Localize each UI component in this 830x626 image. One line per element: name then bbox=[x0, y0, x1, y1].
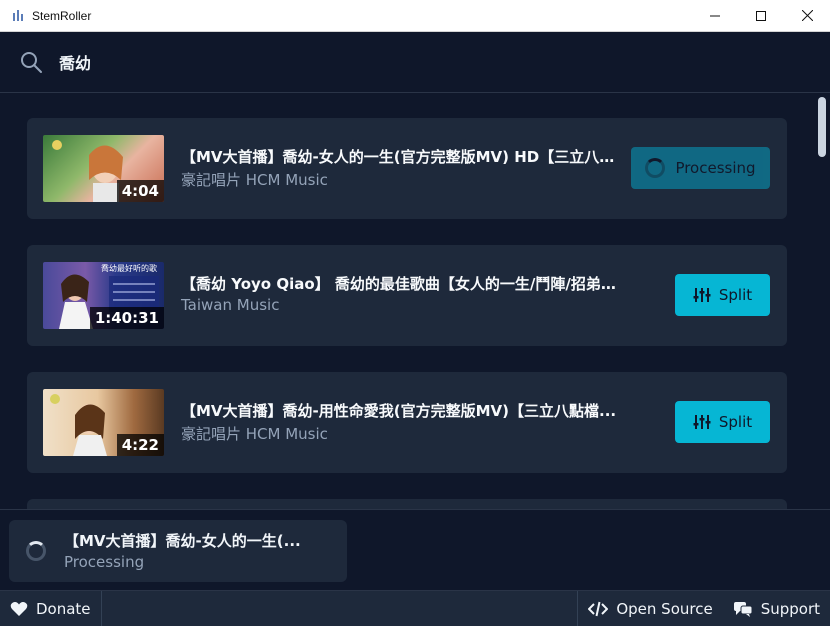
processing-button: Processing bbox=[631, 147, 770, 189]
channel-name: 豪記唱片 HCM Music bbox=[181, 425, 328, 443]
results-scrollbar[interactable] bbox=[818, 97, 826, 157]
spinner-icon bbox=[645, 158, 666, 178]
result-card: 喬幼最好听的歌 1:40:31 【喬幼 Yoyo Qiao】 喬幼的最佳歌曲【女… bbox=[27, 245, 787, 346]
support-label: Support bbox=[760, 599, 820, 618]
chat-icon bbox=[733, 601, 753, 617]
code-icon bbox=[588, 601, 609, 616]
stemroller-logo-icon bbox=[10, 8, 26, 24]
search-bar bbox=[0, 32, 830, 93]
video-thumbnail: 4:04 bbox=[43, 135, 164, 202]
search-icon bbox=[21, 52, 42, 73]
split-label: Split bbox=[718, 286, 753, 304]
donate-button[interactable]: Donate bbox=[0, 591, 101, 626]
video-thumbnail: 喬幼最好听的歌 1:40:31 bbox=[43, 262, 164, 329]
spinner-icon bbox=[26, 541, 46, 561]
queue-item-title: 【MV大首播】喬幼-女人的一生(... bbox=[64, 532, 301, 550]
split-label: Split bbox=[718, 413, 753, 431]
open-source-label: Open Source bbox=[616, 599, 713, 618]
minimize-button[interactable] bbox=[692, 0, 738, 32]
support-button[interactable]: Support bbox=[723, 591, 830, 626]
video-title: 【MV大首播】喬幼-用性命愛我(官方完整版MV)【三立八點檔... bbox=[181, 402, 617, 420]
result-card bbox=[27, 499, 787, 509]
split-button[interactable]: Split bbox=[675, 274, 770, 316]
heart-icon bbox=[10, 601, 28, 616]
equalizer-icon bbox=[693, 415, 711, 429]
channel-name: 豪記唱片 HCM Music bbox=[181, 171, 328, 189]
queue-item[interactable]: 【MV大首播】喬幼-女人的一生(... Processing bbox=[9, 520, 347, 582]
video-duration: 4:04 bbox=[116, 180, 164, 202]
video-thumbnail: 4:22 bbox=[43, 389, 164, 456]
video-duration: 1:40:31 bbox=[89, 307, 164, 329]
processing-label: Processing bbox=[675, 159, 756, 177]
video-duration: 4:22 bbox=[116, 434, 164, 456]
close-icon bbox=[801, 10, 813, 21]
queue-item-status: Processing bbox=[64, 553, 145, 571]
thumbnail-caption: 喬幼最好听的歌 bbox=[101, 264, 157, 273]
video-title: 【喬幼 Yoyo Qiao】 喬幼的最佳歌曲【女人的一生/鬥陣/招弟/... bbox=[181, 275, 621, 293]
window-titlebar: StemRoller bbox=[0, 0, 830, 32]
result-card: 4:22 【MV大首播】喬幼-用性命愛我(官方完整版MV)【三立八點檔... 豪… bbox=[27, 372, 787, 473]
open-source-button[interactable]: Open Source bbox=[578, 591, 722, 626]
maximize-button[interactable] bbox=[738, 0, 784, 32]
video-title: 【MV大首播】喬幼-女人的一生(官方完整版MV) HD【三立八點檔『... bbox=[181, 148, 621, 166]
results-list[interactable]: 4:04 【MV大首播】喬幼-女人的一生(官方完整版MV) HD【三立八點檔『.… bbox=[0, 93, 830, 509]
window-title: StemRoller bbox=[32, 8, 92, 23]
footer-divider bbox=[100, 590, 102, 626]
maximize-icon bbox=[756, 10, 766, 21]
search-input[interactable] bbox=[59, 52, 759, 72]
equalizer-icon bbox=[693, 288, 711, 302]
minimize-icon bbox=[710, 15, 720, 16]
processing-queue: 【MV大首播】喬幼-女人的一生(... Processing bbox=[0, 509, 830, 590]
split-button[interactable]: Split bbox=[675, 401, 770, 443]
close-button[interactable] bbox=[784, 0, 830, 32]
result-card: 4:04 【MV大首播】喬幼-女人的一生(官方完整版MV) HD【三立八點檔『.… bbox=[27, 118, 787, 219]
channel-name: Taiwan Music bbox=[181, 296, 280, 314]
donate-label: Donate bbox=[36, 599, 91, 618]
footer-bar: Donate Open Source Support bbox=[0, 590, 830, 626]
